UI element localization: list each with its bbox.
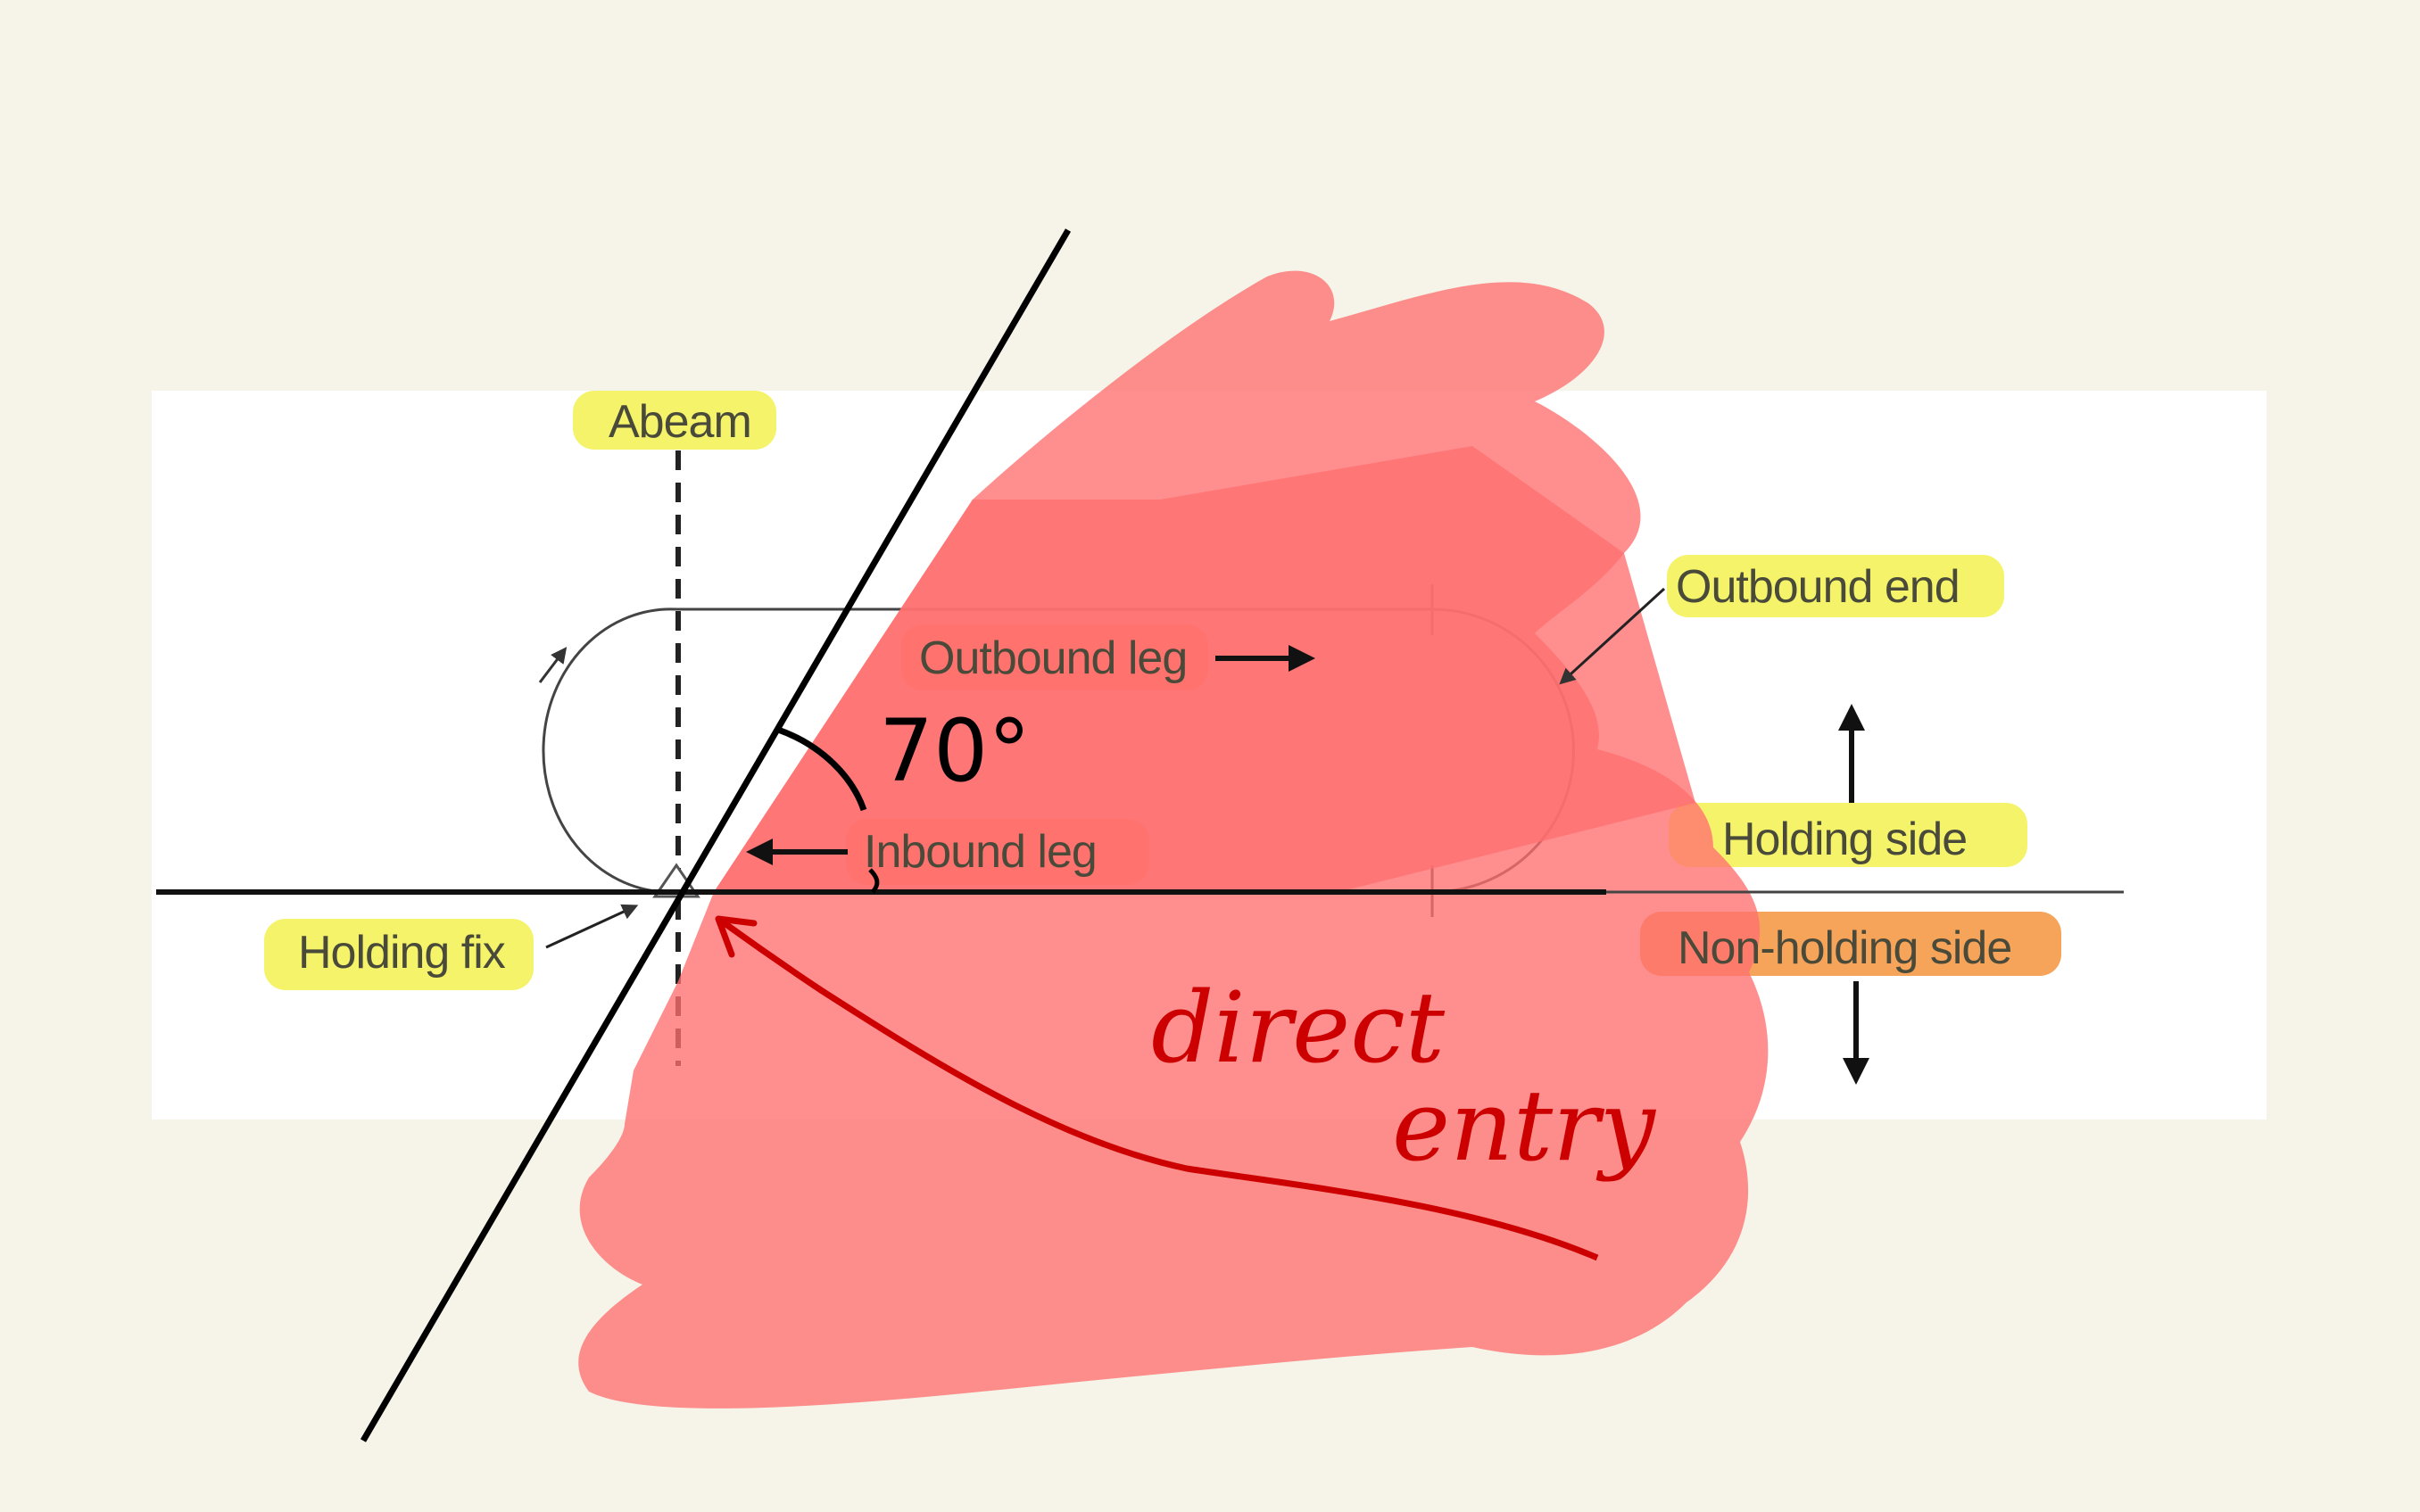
- non-holding-side-label: Non-holding side: [1678, 922, 2011, 974]
- abeam-label: Abeam: [609, 396, 751, 448]
- direct-entry-line1: direct: [1151, 971, 1446, 1085]
- holding-side-label: Holding side: [1722, 814, 1967, 865]
- outbound-end-label: Outbound end: [1676, 561, 1960, 613]
- angle-annotation: 70°: [879, 701, 1031, 801]
- holding-pattern-diagram: Abeam Outbound end Outbound leg Inbound …: [152, 228, 2267, 1442]
- direct-entry-line2: entry: [1392, 1069, 1657, 1183]
- holding-fix-label: Holding fix: [298, 927, 506, 979]
- inbound-leg-label: Inbound leg: [864, 826, 1097, 878]
- outbound-leg-label: Outbound leg: [919, 632, 1187, 684]
